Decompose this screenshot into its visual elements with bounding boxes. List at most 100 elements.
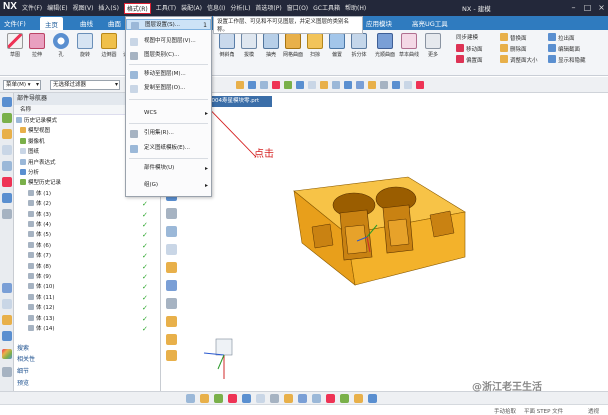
visible-check-icon[interactable]: ✓ (142, 221, 148, 229)
show-hide-button[interactable]: 显示和隐藏 (548, 55, 586, 64)
menu-item-visible-layers[interactable]: 视图中可见图层(V)... (126, 36, 211, 47)
resize-face-button[interactable]: 调整面大小 (500, 55, 538, 64)
extrude-button[interactable]: 拉伸 (24, 33, 50, 58)
menu-item-move-to-layer[interactable]: 移动至图层(M)... (126, 69, 211, 80)
minimize-icon[interactable]: – (568, 2, 579, 13)
section-view-icon[interactable] (298, 394, 307, 403)
visible-check-icon[interactable]: ✓ (142, 231, 148, 239)
more-button[interactable]: 更多 (420, 33, 446, 58)
point-tool-icon[interactable] (166, 244, 177, 255)
process-studio-icon[interactable] (2, 193, 12, 203)
menu-tools[interactable]: 工具(T) (156, 3, 176, 14)
replace-face-button[interactable]: 替换面 (500, 33, 527, 42)
menu-edit[interactable]: 编辑(E) (47, 3, 67, 14)
zoom-icon[interactable] (392, 81, 400, 89)
visible-check-icon[interactable]: ✓ (142, 200, 148, 208)
menu-item-layer-category[interactable]: 图层类别(C)... (126, 50, 211, 61)
section-details[interactable]: 细节 (17, 366, 29, 375)
menu-info[interactable]: 信息(I) (207, 3, 225, 14)
tree-node[interactable]: 体 (3) (28, 210, 51, 219)
view-bottom-icon[interactable] (256, 394, 265, 403)
assembly-navigator-icon[interactable] (2, 113, 12, 123)
intersection-icon[interactable] (332, 81, 340, 89)
view-orientation-icon[interactable] (356, 81, 364, 89)
tree-node[interactable]: 图纸 (20, 148, 39, 156)
visible-check-icon[interactable]: ✓ (142, 252, 148, 260)
extrude-tool-icon[interactable] (166, 262, 177, 273)
highlight-icon[interactable] (326, 394, 335, 403)
tab-ug-tools[interactable]: 高亮UG工具 (412, 18, 448, 28)
tree-node[interactable]: 体 (13) (28, 314, 55, 323)
view-left-icon[interactable] (242, 394, 251, 403)
tree-node[interactable]: 体 (1) (28, 189, 51, 198)
tree-node[interactable]: 体 (5) (28, 231, 51, 239)
menu-item-layer-settings[interactable]: 图层设置(S)... 1 (126, 19, 211, 30)
part-navigator-icon[interactable] (2, 97, 12, 107)
visible-check-icon[interactable]: ✓ (142, 263, 148, 271)
menu-analysis[interactable]: 分析(L) (230, 3, 250, 14)
camera-icon[interactable] (354, 394, 363, 403)
pull-face-button[interactable]: 拉出面 (548, 33, 575, 42)
smooth-surface-button[interactable]: 光顺曲面 (372, 33, 398, 58)
measure-icon[interactable] (312, 394, 321, 403)
snap-tool-icon[interactable] (166, 334, 177, 345)
measure-tool-icon[interactable] (166, 298, 177, 309)
tree-node[interactable]: 模型视图 (20, 127, 50, 135)
tree-node[interactable]: 历史记录模式 (16, 117, 57, 125)
edge-blend-button[interactable]: 边倒圆 (96, 33, 122, 58)
hole-button[interactable]: 孔 (48, 33, 74, 58)
move-face-button[interactable]: 移动面 (456, 44, 483, 53)
trim-tool-icon[interactable] (166, 280, 177, 291)
section-dependencies[interactable]: 相关性 (17, 354, 35, 363)
menu-insert[interactable]: 插入(S) (98, 3, 119, 14)
tree-node[interactable]: 体 (9) (28, 273, 51, 281)
visible-check-icon[interactable]: ✓ (142, 325, 148, 333)
menu-item-reference-sets[interactable]: 引用集(R)... (126, 128, 211, 139)
tree-node[interactable]: 体 (6) (28, 241, 51, 250)
wireframe-icon[interactable] (284, 394, 293, 403)
section-search[interactable]: 搜索 (17, 343, 29, 352)
light-icon[interactable] (340, 394, 349, 403)
mold-block-model[interactable] (293, 176, 466, 286)
menu-gc-toolbox[interactable]: GC工具箱 (313, 3, 340, 14)
split-body-button[interactable]: 拆分体 (346, 33, 372, 58)
sync-modeling-label[interactable]: 同步建模 (456, 33, 478, 41)
clock-icon[interactable] (2, 315, 12, 325)
menu-item-define-template[interactable]: 定义图纸模板(E)... (126, 143, 211, 154)
menu-item-part-module[interactable]: 部件模块(U) ▸ (126, 163, 211, 174)
menu-assembly[interactable]: 装配(A) (181, 3, 202, 14)
web-browser-icon[interactable] (2, 283, 12, 293)
visible-check-icon[interactable]: ✓ (142, 273, 148, 281)
tree-node[interactable]: 体 (11) (28, 293, 55, 302)
tree-node[interactable]: 体 (2) (28, 200, 51, 208)
menu-item-group[interactable]: 组(G) ▸ (126, 180, 211, 191)
mid-point-icon[interactable] (284, 81, 292, 89)
menu-file[interactable]: 文件(F) (22, 3, 42, 14)
end-point-icon[interactable] (272, 81, 280, 89)
tree-node[interactable]: 体 (4) (28, 221, 51, 229)
delete-face-button[interactable]: 删除面 (500, 44, 527, 53)
view-front-icon[interactable] (186, 394, 195, 403)
tab-file[interactable]: 文件(F) (4, 18, 26, 28)
tab-surface[interactable]: 曲面 (108, 18, 121, 28)
constraint-navigator-icon[interactable] (2, 129, 12, 139)
quadrant-icon[interactable] (320, 81, 328, 89)
undo-icon[interactable] (368, 394, 377, 403)
tree-node[interactable]: 体 (10) (28, 283, 55, 291)
tab-home[interactable]: 主页 (40, 17, 63, 30)
tree-node[interactable]: 体 (7) (28, 252, 51, 260)
tab-application[interactable]: 应用模块 (366, 18, 392, 28)
visible-check-icon[interactable]: ✓ (142, 283, 148, 291)
menu-dropdown[interactable]: 菜单(M) ▾ (3, 80, 41, 90)
visible-check-icon[interactable]: ✓ (142, 242, 148, 250)
visible-check-icon[interactable]: ✓ (142, 294, 148, 302)
view-iso-icon[interactable] (200, 394, 209, 403)
menu-window[interactable]: 窗口(O) (287, 3, 308, 14)
history-icon[interactable] (2, 161, 12, 171)
tangent-icon[interactable] (308, 81, 316, 89)
center-icon[interactable] (296, 81, 304, 89)
palette-icon[interactable] (2, 299, 12, 309)
curve-button[interactable]: 草本曲线 (396, 33, 422, 58)
color-wheel-icon[interactable] (2, 349, 12, 359)
edit-section-button[interactable]: 编辑截面 (548, 44, 580, 53)
